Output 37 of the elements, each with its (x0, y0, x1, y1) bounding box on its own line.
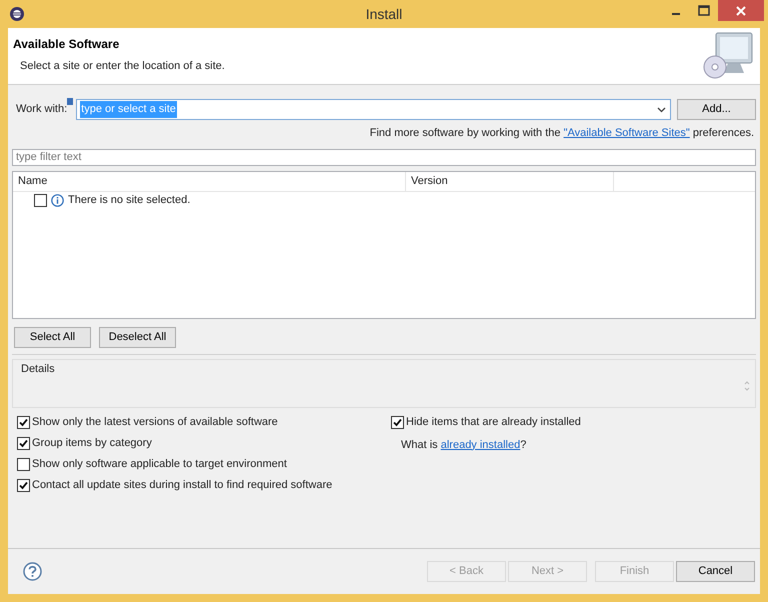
close-icon[interactable] (736, 6, 746, 16)
column-header[interactable]: Name (13, 172, 406, 190)
details-label: Details (21, 362, 55, 376)
column-header[interactable]: Version (406, 172, 614, 190)
option-label: Show only software applicable to target environment (32, 456, 287, 472)
select-button[interactable]: Select All (14, 326, 91, 348)
option-label: Hide items that are already installed (406, 414, 581, 430)
installed-link[interactable]: already installed (440, 438, 520, 450)
preferences-hint: Find more software by working with the "Available Software Sites" preferences. (370, 126, 754, 141)
field-label: Work with: (16, 102, 68, 118)
help-icon[interactable] (23, 562, 42, 581)
add-button[interactable]: Add... (677, 99, 756, 120)
filter-field[interactable]: type filter text (12, 148, 756, 166)
info-icon (51, 194, 64, 207)
window-title: Install (366, 4, 402, 24)
wizard-button[interactable]: Cancel (676, 561, 755, 582)
dropdown-caret-icon[interactable] (657, 106, 666, 112)
row-text: There is no site selected. (68, 193, 190, 208)
checkbox[interactable] (34, 194, 47, 207)
page-subtitle: Select a site or enter the location of a site. (19, 59, 225, 74)
checkbox[interactable] (17, 458, 30, 470)
app-icon (9, 6, 25, 22)
info-marker-icon (67, 98, 74, 105)
page-title: Available Software (13, 36, 120, 53)
checkbox[interactable] (17, 416, 30, 428)
checkbox[interactable] (391, 416, 404, 428)
sites-link[interactable]: "Available Software Sites" (564, 127, 690, 139)
option-label: Show only the latest versions of available software (32, 414, 278, 430)
checkbox[interactable] (17, 436, 30, 450)
option-label: Contact all update sites during install to find required software (32, 478, 332, 493)
close-button[interactable] (718, 0, 764, 21)
checkbox[interactable] (17, 478, 30, 492)
select-button[interactable]: Deselect All (99, 326, 176, 348)
option-label: Group items by category (32, 436, 152, 451)
installed-hint: What is already installed? (400, 438, 528, 450)
monitor-cd-icon (702, 31, 754, 81)
combo-value: type or select a site (80, 101, 177, 118)
